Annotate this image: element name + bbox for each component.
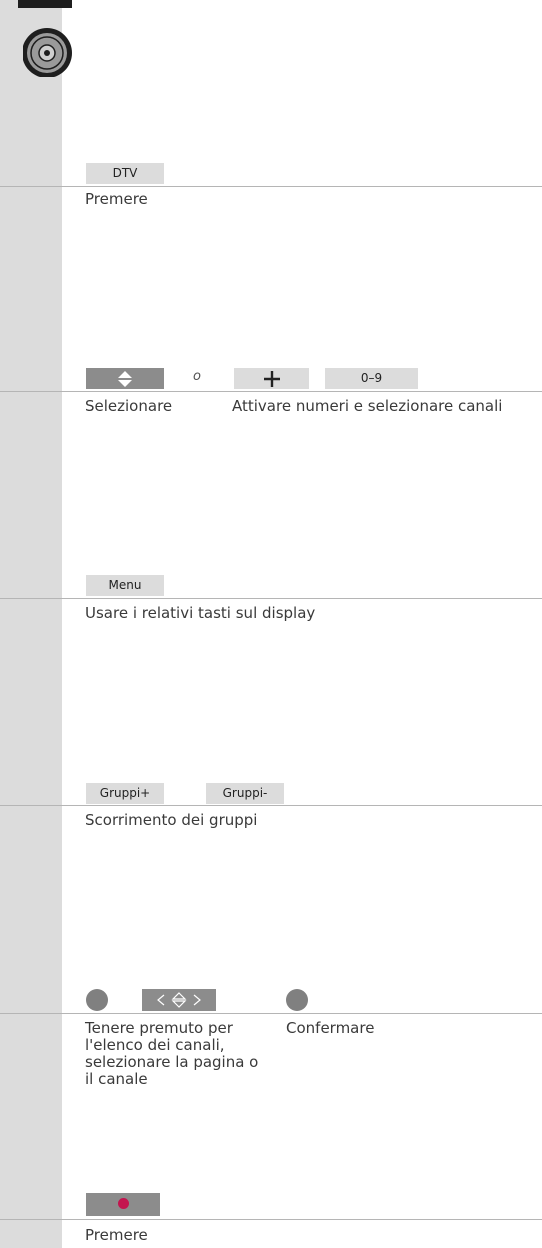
divider (0, 805, 542, 806)
divider (0, 1219, 542, 1220)
step-text: Premere (85, 1226, 148, 1244)
number-key[interactable]: 0–9 (325, 368, 418, 389)
step-text: Scorrimento dei gruppi (85, 811, 258, 829)
remote-top-bar (18, 0, 72, 8)
step-text: Confermare (286, 1019, 375, 1037)
navigation-key[interactable] (142, 989, 216, 1011)
up-down-arrows-icon (118, 370, 132, 387)
plus-icon (263, 370, 280, 387)
step-text: Tenere premuto per l'elenco dei canali, … (85, 1019, 259, 1088)
step-text: Selezionare (85, 397, 173, 415)
left-right-up-down-arrows-icon (157, 991, 201, 1008)
remote-wheel-icon (23, 28, 72, 77)
groups-plus-key[interactable]: Gruppi+ (86, 783, 164, 804)
step-text: Attivare numeri e selezionare canali (232, 397, 503, 415)
record-key[interactable] (86, 1193, 160, 1216)
divider (0, 186, 542, 187)
divider (0, 598, 542, 599)
round-button-left[interactable] (86, 989, 108, 1011)
dtv-key[interactable]: DTV (86, 163, 164, 184)
step-text: Usare i relativi tasti sul display (85, 604, 316, 622)
round-button-right[interactable] (286, 989, 308, 1011)
divider (0, 391, 542, 392)
step-text: Premere (85, 190, 148, 208)
menu-key[interactable]: Menu (86, 575, 164, 596)
record-dot-icon (117, 1198, 129, 1209)
up-down-key[interactable] (86, 368, 164, 389)
groups-minus-key[interactable]: Gruppi- (206, 783, 284, 804)
divider (0, 1013, 542, 1014)
or-label: o (193, 369, 201, 384)
sidebar (0, 0, 62, 1248)
plus-key[interactable] (234, 368, 309, 389)
